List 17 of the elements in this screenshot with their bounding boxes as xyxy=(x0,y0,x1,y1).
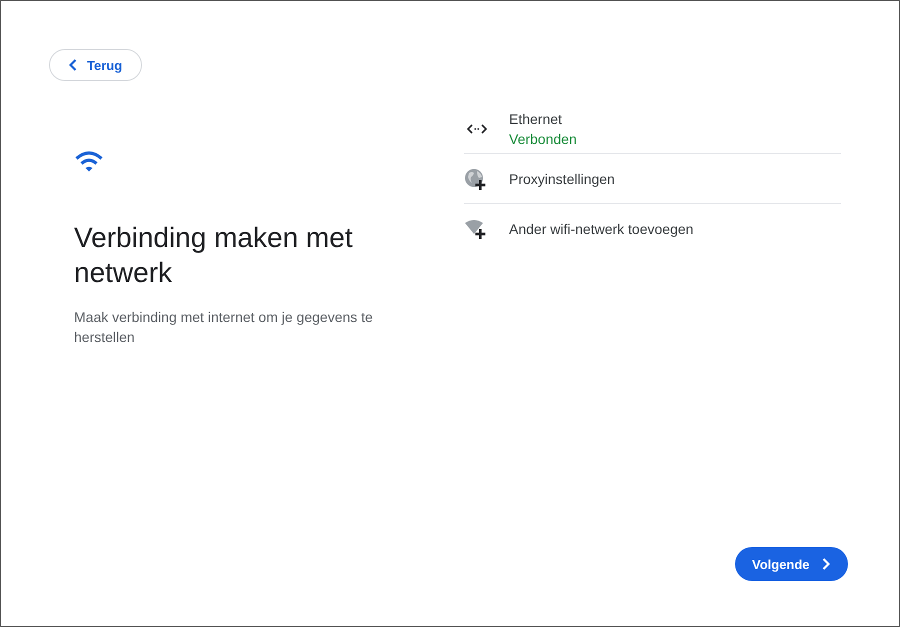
network-name: Ethernet xyxy=(509,110,563,128)
wifi-icon xyxy=(74,150,104,172)
network-list-item[interactable]: Ethernet Verbonden xyxy=(464,104,841,154)
connection-status: Verbonden xyxy=(509,130,577,148)
next-button[interactable]: Volgende xyxy=(735,547,848,581)
page-description: Maak verbinding met internet om je gegevens te herstellen xyxy=(74,308,374,347)
page-heading: Verbinding maken met netwerk xyxy=(74,221,354,290)
wifi-plus-icon xyxy=(464,218,488,238)
network-name: Proxyinstellingen xyxy=(509,170,615,188)
network-list-item[interactable]: Proxyinstellingen xyxy=(464,154,841,204)
ethernet-icon xyxy=(467,124,487,134)
chevron-right-icon xyxy=(822,558,830,570)
chevron-left-icon xyxy=(69,59,77,71)
globe-plus-icon xyxy=(464,168,488,190)
network-list-item[interactable]: Ander wifi-netwerk toevoegen xyxy=(464,204,841,254)
back-button[interactable]: Terug xyxy=(49,49,142,81)
network-name: Ander wifi-netwerk toevoegen xyxy=(509,220,694,238)
